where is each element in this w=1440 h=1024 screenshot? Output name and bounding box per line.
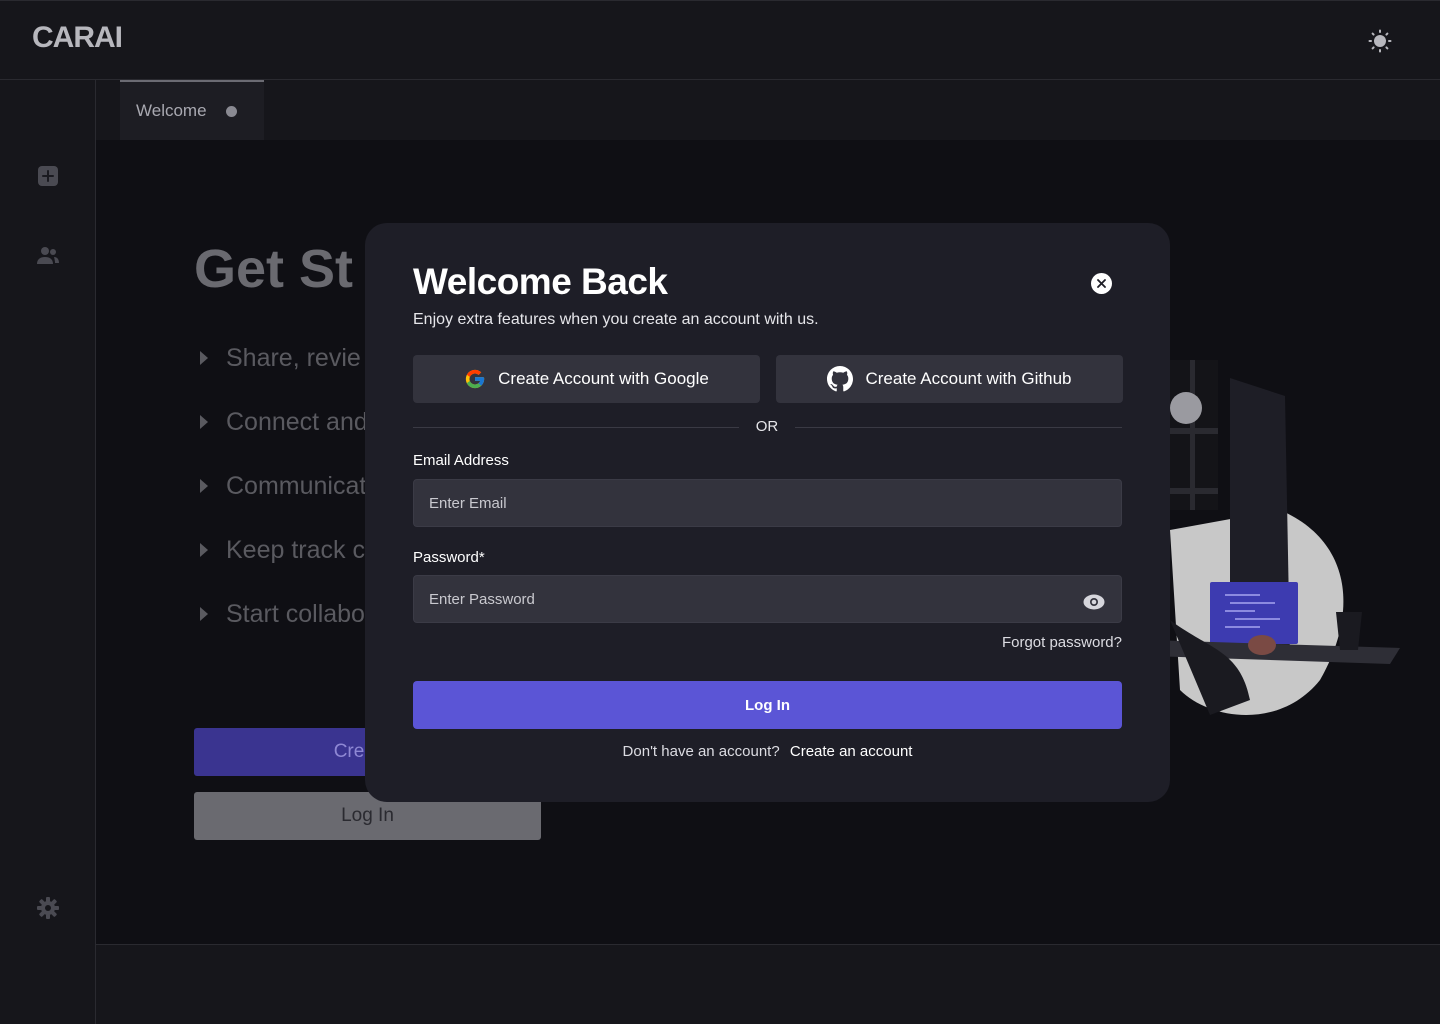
page-title: Get St xyxy=(194,239,354,299)
modal-title: Welcome Back xyxy=(413,261,668,302)
caret-right-icon xyxy=(200,479,208,493)
status-bar xyxy=(96,944,1440,1024)
signup-prompt: Don't have an account? Create an account xyxy=(413,743,1122,760)
or-divider-text: OR xyxy=(755,418,779,435)
feature-item: Connect and xyxy=(200,406,368,438)
github-button-label: Create Account with Github xyxy=(865,369,1072,388)
create-account-link[interactable]: Create an account xyxy=(790,743,913,760)
sidebar xyxy=(0,80,96,1024)
users-icon xyxy=(37,247,59,264)
tab-unsaved-dot[interactable] xyxy=(225,105,237,117)
sidebar-item-settings[interactable] xyxy=(36,896,60,920)
password-label: Password* xyxy=(413,549,485,566)
tab-welcome[interactable]: Welcome xyxy=(120,80,264,140)
top-bar: CARAI xyxy=(0,0,1440,80)
divider-left xyxy=(413,427,739,428)
login-button[interactable]: Log In xyxy=(413,681,1122,729)
show-password-button[interactable] xyxy=(1083,591,1105,613)
close-icon xyxy=(1097,279,1106,288)
caret-right-icon xyxy=(200,543,208,557)
modal-subtitle: Enjoy extra features when you create an … xyxy=(413,311,819,328)
sidebar-item-new[interactable] xyxy=(36,164,60,188)
tab-label: Welcome xyxy=(136,101,207,120)
close-button[interactable] xyxy=(1091,273,1112,294)
tab-strip: Welcome xyxy=(96,80,1440,140)
add-square-icon xyxy=(38,166,58,186)
login-modal: Welcome Back Enjoy extra features when y… xyxy=(365,223,1170,802)
gear-icon xyxy=(37,897,59,919)
email-label: Email Address xyxy=(413,452,509,469)
feature-item: Share, revie xyxy=(200,342,361,374)
feature-item: Start collabo xyxy=(200,598,365,630)
developer-illustration xyxy=(1150,360,1400,715)
app-logo[interactable]: CARAI xyxy=(32,21,123,55)
feature-item: Communicat xyxy=(200,470,366,502)
github-signup-button[interactable]: Create Account with Github xyxy=(776,355,1123,403)
google-signup-button[interactable]: Create Account with Google xyxy=(413,355,760,403)
theme-toggle-button[interactable] xyxy=(1364,25,1396,57)
feature-item: Keep track c xyxy=(200,534,365,566)
caret-right-icon xyxy=(200,607,208,621)
email-field[interactable]: Enter Email xyxy=(413,479,1122,527)
forgot-password-link[interactable]: Forgot password? xyxy=(965,634,1122,651)
password-field[interactable]: Enter Password xyxy=(413,575,1122,623)
sun-icon xyxy=(1368,29,1392,53)
caret-right-icon xyxy=(200,351,208,365)
google-icon xyxy=(465,369,485,389)
eye-icon xyxy=(1083,594,1105,610)
divider-right xyxy=(795,427,1122,428)
caret-right-icon xyxy=(200,415,208,429)
no-account-text: Don't have an account? xyxy=(622,743,780,760)
google-button-label: Create Account with Google xyxy=(498,369,709,388)
sidebar-item-users[interactable] xyxy=(36,244,60,268)
github-icon xyxy=(827,366,854,392)
